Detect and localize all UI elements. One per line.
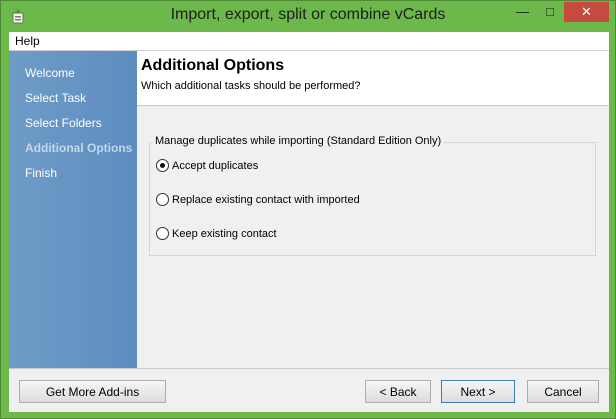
get-more-addins-button[interactable]: Get More Add-ins (19, 380, 166, 403)
menu-bar: Help (9, 32, 609, 51)
sidebar-item-welcome[interactable]: Welcome (25, 66, 75, 80)
minimize-button[interactable]: — (509, 2, 536, 22)
page-subtitle: Which additional tasks should be perform… (141, 80, 361, 92)
app-window: Import, export, split or combine vCards … (0, 0, 616, 419)
menu-help[interactable]: Help (15, 34, 40, 48)
radio-button-icon[interactable] (156, 159, 169, 172)
radio-accept-duplicates[interactable]: Accept duplicates (156, 159, 258, 172)
footer-divider (9, 368, 609, 369)
title-bar[interactable]: Import, export, split or combine vCards … (1, 1, 615, 32)
duplicates-legend: Manage duplicates while importing (Stand… (153, 135, 444, 147)
page-title: Additional Options (141, 57, 285, 74)
next-button[interactable]: Next > (441, 380, 515, 403)
sidebar-item-finish[interactable]: Finish (25, 166, 57, 180)
radio-label[interactable]: Accept duplicates (172, 160, 258, 172)
close-button[interactable]: ✕ (564, 2, 609, 22)
step-header: Additional Options Which additional task… (137, 51, 609, 106)
sidebar-item-additional-options[interactable]: Additional Options (25, 141, 132, 155)
radio-keep-existing[interactable]: Keep existing contact (156, 227, 277, 240)
back-button[interactable]: < Back (365, 380, 431, 403)
radio-label[interactable]: Keep existing contact (172, 228, 277, 240)
radio-label[interactable]: Replace existing contact with imported (172, 194, 360, 206)
radio-button-icon[interactable] (156, 193, 169, 206)
radio-replace-existing[interactable]: Replace existing contact with imported (156, 193, 360, 206)
cancel-button[interactable]: Cancel (527, 380, 599, 403)
sidebar-item-select-folders[interactable]: Select Folders (25, 116, 102, 130)
maximize-button[interactable]: □ (537, 2, 563, 22)
wizard-body: Welcome Select Task Select Folders Addit… (9, 51, 609, 412)
sidebar-item-select-task[interactable]: Select Task (25, 91, 86, 105)
wizard-sidebar: Welcome Select Task Select Folders Addit… (9, 51, 137, 368)
radio-button-icon[interactable] (156, 227, 169, 240)
